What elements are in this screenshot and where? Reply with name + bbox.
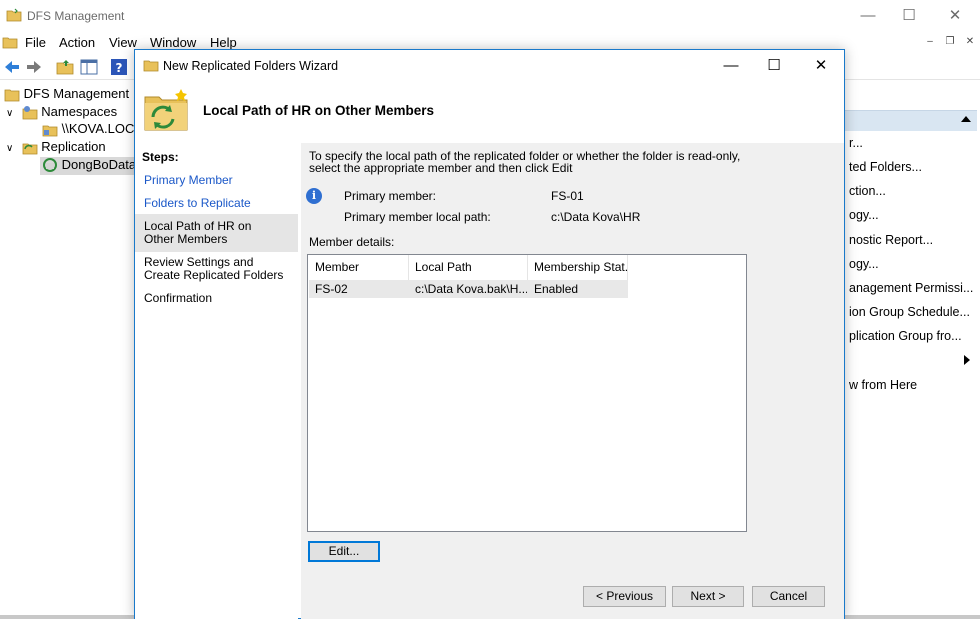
- menu-view[interactable]: View: [109, 35, 137, 50]
- action-item[interactable]: ion Group Schedule...: [849, 305, 977, 319]
- wizard-maximize-icon[interactable]: ☐: [759, 54, 789, 78]
- menu-action[interactable]: Action: [59, 35, 95, 50]
- action-item[interactable]: r...: [849, 136, 977, 150]
- member-details-list[interactable]: Member Local Path Membership Stat... FS-…: [307, 254, 747, 532]
- previous-button[interactable]: < Previous: [583, 586, 666, 607]
- steps-title: Steps:: [142, 150, 179, 164]
- cell-local-path[interactable]: c:\Data Kova.bak\H...: [415, 282, 527, 296]
- dfs-app-icon: [6, 8, 22, 22]
- console-menu-icon[interactable]: [2, 35, 18, 49]
- minimize-icon[interactable]: —: [858, 6, 878, 26]
- collapse-arrow-icon[interactable]: [961, 116, 971, 122]
- wizard-minimize-icon[interactable]: —: [716, 54, 746, 78]
- replicated-folder-icon: [144, 89, 188, 131]
- primary-path-label: Primary member local path:: [344, 210, 491, 224]
- tree-root-label: DFS Management: [23, 86, 130, 101]
- action-item[interactable]: anagement Permissi...: [849, 281, 977, 295]
- cell-membership-status[interactable]: Enabled: [534, 282, 626, 296]
- step-folders-to-replicate[interactable]: Folders to Replicate: [144, 197, 284, 210]
- back-arrow-icon[interactable]: [3, 58, 21, 76]
- column-header-membership-status[interactable]: Membership Stat...: [528, 255, 628, 280]
- expand-chevron-icon[interactable]: ∨: [6, 108, 18, 119]
- edit-button[interactable]: Edit...: [308, 541, 380, 562]
- wizard-heading: Local Path of HR on Other Members: [203, 103, 435, 118]
- primary-member-label: Primary member:: [344, 189, 437, 203]
- wizard-close-icon[interactable]: ✕: [806, 54, 836, 78]
- child-restore-icon[interactable]: ❐: [942, 35, 958, 49]
- primary-path-value: c:\Data Kova\HR: [551, 210, 641, 224]
- tree-root[interactable]: DFS Management: [4, 86, 129, 104]
- menu-help[interactable]: Help: [210, 35, 237, 50]
- action-item[interactable]: ction...: [849, 184, 977, 198]
- step-review-settings: Review Settings and Create Replicated Fo…: [144, 255, 284, 282]
- child-close-icon[interactable]: ✕: [962, 35, 978, 49]
- instructions-line-2: select the appropriate member and then c…: [309, 161, 573, 175]
- expand-chevron-icon[interactable]: ∨: [6, 143, 18, 154]
- tree-replication[interactable]: ∨ Replication: [6, 139, 106, 157]
- step-local-path: Local Path of HR on Other Members: [144, 219, 252, 246]
- member-details-label: Member details:: [309, 235, 395, 249]
- wizard-app-icon: [143, 60, 159, 72]
- cancel-button[interactable]: Cancel: [752, 586, 825, 607]
- steps-pane: Steps: Primary Member Folders to Replica…: [135, 143, 298, 619]
- wizard-title: New Replicated Folders Wizard: [163, 59, 339, 73]
- tree-replication-item[interactable]: DongBoData: [40, 157, 137, 175]
- show-hide-tree-icon[interactable]: [80, 58, 98, 76]
- wizard-content: To specify the local path of the replica…: [301, 143, 844, 619]
- svg-text:?: ?: [116, 61, 123, 75]
- submenu-arrow-icon[interactable]: [964, 355, 970, 365]
- replication-icon: [22, 143, 38, 155]
- replication-group-icon: [43, 158, 57, 173]
- up-folder-icon[interactable]: [56, 58, 74, 76]
- action-item[interactable]: w from Here: [849, 378, 977, 392]
- forward-arrow-icon[interactable]: [25, 58, 43, 76]
- dfs-root-icon: [4, 89, 20, 102]
- actions-section-header[interactable]: [844, 110, 977, 131]
- tree-namespaces[interactable]: ∨ Namespaces: [6, 104, 117, 122]
- namespaces-icon: [22, 106, 38, 120]
- column-header-local-path[interactable]: Local Path: [409, 255, 528, 280]
- wizard-dialog: New Replicated Folders Wizard — ☐ ✕ Loca…: [134, 49, 845, 619]
- namespace-folder-icon: [42, 125, 58, 137]
- column-header-member[interactable]: Member: [309, 255, 409, 280]
- info-icon: i: [306, 188, 322, 204]
- primary-member-value: FS-01: [551, 189, 584, 203]
- action-item[interactable]: nostic Report...: [849, 233, 977, 247]
- wizard-header: Local Path of HR on Other Members: [135, 81, 844, 141]
- window-title: DFS Management: [27, 9, 125, 23]
- step-primary-member[interactable]: Primary Member: [144, 174, 284, 187]
- cell-member[interactable]: FS-02: [315, 282, 407, 296]
- menu-file[interactable]: File: [25, 35, 46, 50]
- console-tree: DFS Management ∨ Namespaces \\KOVA.LOCAL…: [0, 82, 150, 619]
- tree-namespaces-label: Namespaces: [41, 104, 118, 119]
- next-button[interactable]: Next >: [672, 586, 744, 607]
- action-item[interactable]: plication Group fro...: [849, 329, 977, 343]
- child-minimize-icon[interactable]: –: [922, 35, 938, 49]
- help-icon[interactable]: ?: [110, 58, 128, 76]
- menu-window[interactable]: Window: [150, 35, 196, 50]
- action-item[interactable]: ogy...: [849, 208, 977, 222]
- tree-replication-item-label: DongBoData: [61, 157, 137, 172]
- action-item[interactable]: ogy...: [849, 257, 977, 271]
- close-icon[interactable]: ✕: [945, 6, 965, 26]
- mmc-titlebar: [0, 0, 980, 32]
- tree-replication-label: Replication: [41, 139, 106, 154]
- maximize-icon[interactable]: ☐: [899, 6, 919, 26]
- action-item[interactable]: ted Folders...: [849, 160, 977, 174]
- step-confirmation: Confirmation: [144, 291, 213, 305]
